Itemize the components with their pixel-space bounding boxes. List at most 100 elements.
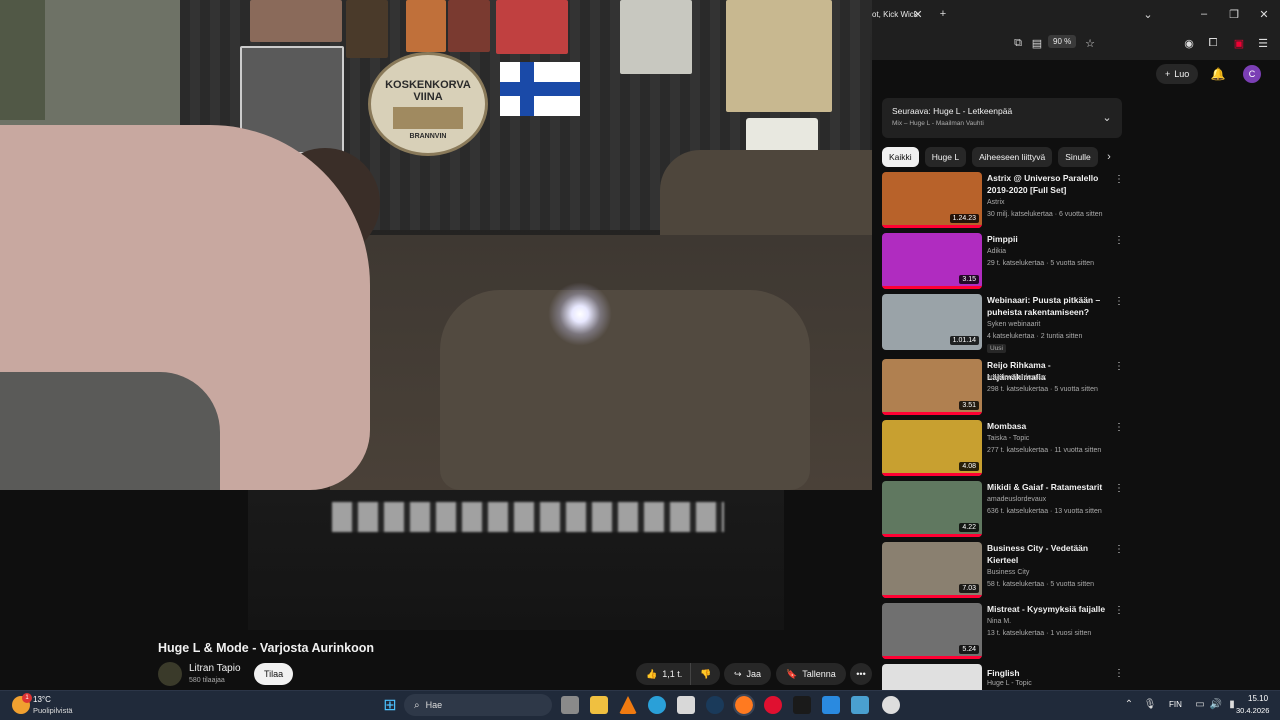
rec-title[interactable]: Mombasa — [987, 420, 1107, 432]
maximize-icon[interactable]: ❐ — [1228, 8, 1240, 21]
rec-title[interactable]: Webinaari: Puusta pitkään – puheista rak… — [987, 294, 1107, 318]
language-indicator[interactable]: FIN — [1169, 700, 1182, 709]
terminal-icon[interactable] — [793, 696, 811, 714]
rec-title[interactable]: Business City - Vedetään Kierteel — [987, 542, 1107, 566]
more-vertical-icon[interactable]: ⋮ — [1114, 605, 1124, 616]
bookmark-star-icon[interactable]: ☆ — [1083, 36, 1097, 50]
up-next-panel[interactable]: Seuraava: Huge L - Letkeenpää Mix – Huge… — [882, 98, 1122, 138]
chevron-down-icon[interactable]: ⌄ — [1100, 110, 1114, 124]
more-vertical-icon[interactable]: ⋮ — [1114, 422, 1124, 433]
rec-title[interactable]: Astrix @ Universo Paralello 2019-2020 [F… — [987, 172, 1107, 196]
screenshot-icon[interactable]: ⧉ — [1011, 36, 1025, 50]
recommendation-item[interactable]: 5.24 Mistreat - Kysymyksiä faijalle Nina… — [882, 603, 1124, 659]
rec-title[interactable]: Mistreat - Kysymyksiä faijalle — [987, 603, 1107, 615]
opera-icon[interactable] — [764, 696, 782, 714]
more-vertical-icon[interactable]: ⋮ — [1114, 235, 1124, 246]
rec-channel[interactable]: Syken webinaarit — [987, 321, 1040, 328]
firefox-icon[interactable] — [733, 694, 755, 716]
create-button[interactable]: + Luo — [1156, 64, 1199, 84]
share-button[interactable]: ↪ Jaa — [724, 663, 772, 685]
account-icon[interactable]: ◉ — [1182, 36, 1196, 50]
display-icon[interactable]: ▭ — [1193, 697, 1207, 711]
user-avatar[interactable]: C — [1243, 65, 1261, 83]
addon-icon[interactable]: ▣ — [1232, 36, 1246, 50]
notifications-bell-icon[interactable]: 🔔 — [1210, 66, 1226, 82]
new-tab-icon[interactable]: + — [936, 7, 950, 21]
clock-time[interactable]: 15.10 — [1248, 694, 1268, 703]
chip-for-you[interactable]: Sinulle — [1058, 147, 1098, 167]
rec-channel[interactable]: Adikia — [987, 248, 1006, 255]
clock-date[interactable]: 30.4.2026 — [1236, 706, 1269, 715]
chip-huge-l[interactable]: Huge L — [924, 147, 967, 167]
subscribe-button[interactable]: Tilaa — [254, 663, 294, 685]
recommendation-item[interactable]: 1.24.23 Astrix @ Universo Paralello 2019… — [882, 172, 1124, 228]
video-player[interactable]: KOSKENKORVA VIINA BRANNVIN — [0, 0, 872, 490]
video-thumbnail[interactable]: 7.03 — [882, 542, 982, 598]
store-icon[interactable] — [677, 696, 695, 714]
rec-channel[interactable]: Nina M. — [987, 618, 1011, 625]
video-thumbnail[interactable]: 3.15 — [882, 233, 982, 289]
dislike-button[interactable]: 👎 — [690, 663, 721, 685]
task-view-icon[interactable] — [561, 696, 579, 714]
more-vertical-icon[interactable]: ⋮ — [1114, 483, 1124, 494]
taskbar-search[interactable]: ⌕ Hae — [404, 694, 552, 716]
video-thumbnail[interactable]: 1.24.23 — [882, 172, 982, 228]
extensions-icon[interactable]: ⧠ — [1206, 36, 1220, 50]
window-close-icon[interactable]: ✕ — [1258, 8, 1270, 21]
rec-channel[interactable]: amadeuslordevaux — [987, 496, 1046, 503]
minimize-icon[interactable]: – — [1198, 8, 1210, 20]
chip-all[interactable]: Kaikki — [882, 147, 919, 167]
snipping-tool-icon[interactable] — [822, 696, 840, 714]
recommendation-item[interactable]: 4.08 Mombasa Taiska - Topic 277 t. katse… — [882, 420, 1124, 476]
recommendation-item[interactable]: 4.22 Mikidi & Gaiaf - Ratamestarit amade… — [882, 481, 1124, 537]
more-actions-button[interactable]: ••• — [850, 663, 872, 685]
tab-close-icon[interactable]: ✕ — [912, 8, 924, 21]
tab-title[interactable]: ot, Kick Wick — [872, 10, 918, 19]
save-button[interactable]: 🔖 Tallenna — [776, 663, 846, 685]
recommendation-item[interactable]: 7.03 Business City - Vedetään Kierteel B… — [882, 542, 1124, 598]
more-vertical-icon[interactable]: ⋮ — [1114, 174, 1124, 185]
recommendation-item[interactable]: 1.01.14 Webinaari: Puusta pitkään – puhe… — [882, 294, 1124, 353]
chip-related[interactable]: Aiheeseen liittyvä — [972, 147, 1053, 167]
microphone-icon[interactable]: 🎙 — [1143, 697, 1157, 711]
channel-avatar[interactable] — [158, 662, 182, 686]
menu-icon[interactable]: ☰ — [1256, 36, 1270, 50]
recommendation-item[interactable]: 3.51 Reijo Rihkama - Läjämäkimafia amade… — [882, 359, 1124, 415]
more-vertical-icon[interactable]: ⋮ — [1114, 544, 1124, 555]
recommendation-item[interactable]: Finglish Huge L - Topic ⋮ — [882, 664, 1122, 690]
chatgpt-icon[interactable] — [882, 696, 900, 714]
tab-list-chevron-icon[interactable]: ⌄ — [1142, 8, 1154, 21]
new-badge: Uusi — [987, 344, 1007, 353]
like-button[interactable]: 👍 1,1 t. — [636, 663, 691, 685]
more-vertical-icon[interactable]: ⋮ — [1114, 668, 1122, 679]
volume-icon[interactable]: 🔊 — [1209, 697, 1223, 711]
rec-channel[interactable]: Huge L - Topic — [987, 680, 1032, 687]
more-vertical-icon[interactable]: ⋮ — [1114, 361, 1124, 372]
weather-widget[interactable]: 1 13°C Puolipilvistä — [10, 692, 100, 718]
video-thumbnail[interactable] — [882, 664, 982, 690]
tray-chevron-up-icon[interactable]: ⌃ — [1122, 697, 1136, 711]
video-thumbnail[interactable]: 4.08 — [882, 420, 982, 476]
video-thumbnail[interactable]: 3.51 — [882, 359, 982, 415]
video-thumbnail[interactable]: 1.01.14 — [882, 294, 982, 350]
more-vertical-icon[interactable]: ⋮ — [1114, 296, 1124, 307]
edge-icon[interactable] — [648, 696, 666, 714]
file-explorer-icon[interactable] — [590, 696, 608, 714]
video-thumbnail[interactable]: 4.22 — [882, 481, 982, 537]
rec-title[interactable]: Pimppii — [987, 233, 1107, 245]
zoom-badge[interactable]: 90 % — [1048, 35, 1077, 48]
rec-channel[interactable]: Taiska - Topic — [987, 435, 1029, 442]
rec-channel[interactable]: amadeuslordevaux — [987, 374, 1046, 381]
rec-title[interactable]: Mikidi & Gaiaf - Ratamestarit — [987, 481, 1107, 493]
reader-icon[interactable]: ▤ — [1030, 36, 1044, 50]
steam-icon[interactable] — [706, 696, 724, 714]
chips-next-chevron-icon[interactable]: › — [1102, 150, 1116, 164]
video-thumbnail[interactable]: 5.24 — [882, 603, 982, 659]
channel-name[interactable]: Litran Tapio — [189, 663, 241, 674]
remote-desktop-icon[interactable] — [851, 696, 869, 714]
start-windows-icon[interactable]: ⊞ — [380, 695, 400, 715]
rec-channel[interactable]: Business City — [987, 569, 1029, 576]
rec-title[interactable]: Finglish — [987, 667, 1107, 679]
rec-channel[interactable]: Astrix — [987, 199, 1005, 206]
recommendation-item[interactable]: 3.15 Pimppii Adikia 29 t. katselukertaa … — [882, 233, 1124, 289]
